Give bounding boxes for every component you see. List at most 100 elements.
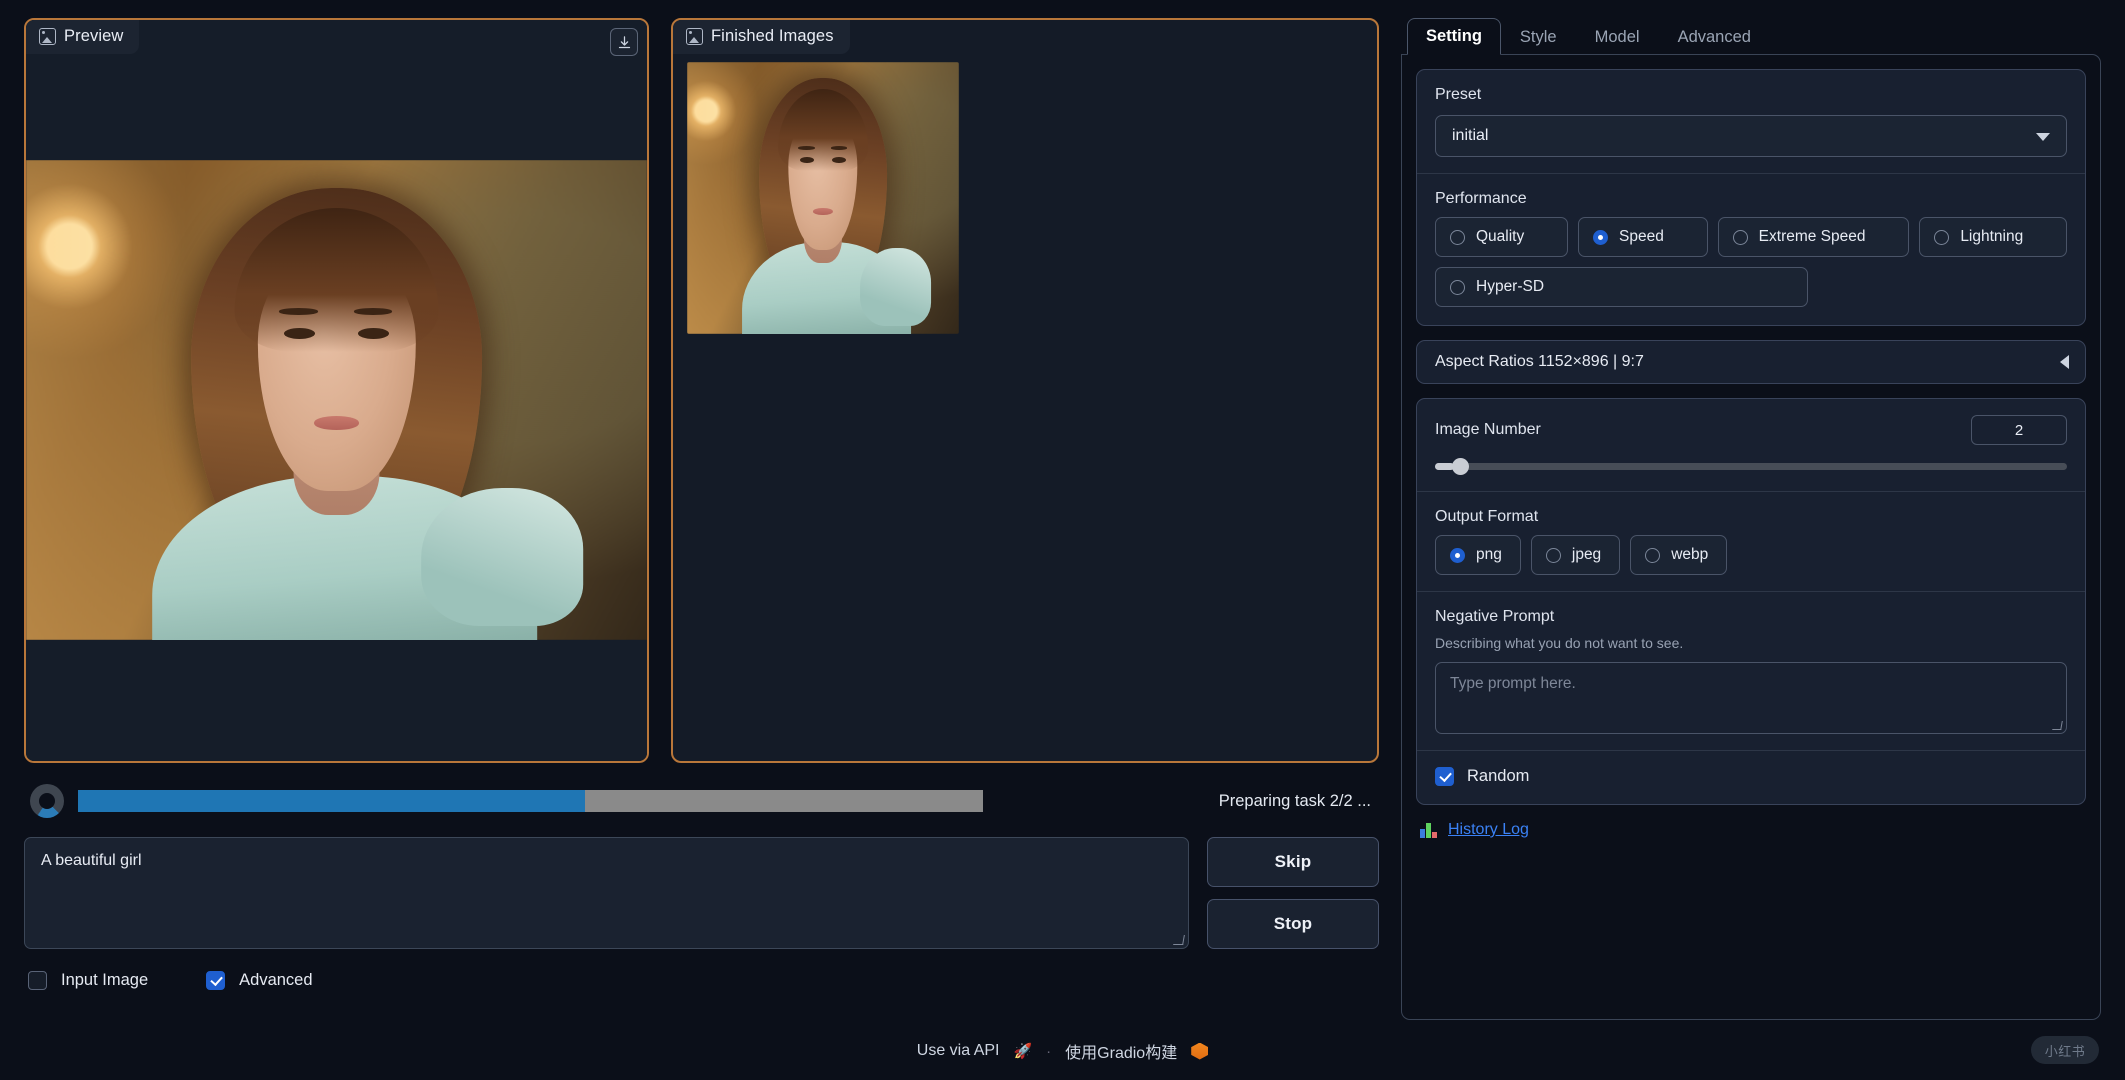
- progress-row: Preparing task 2/2 ...: [24, 773, 1379, 829]
- rocket-icon: 🚀: [1013, 1043, 1033, 1060]
- gradio-logo-icon: [1191, 1042, 1209, 1060]
- performance-label: Performance: [1435, 190, 1527, 207]
- image-number-row: Image Number 2: [1435, 415, 2067, 445]
- aspect-ratios-label: Aspect Ratios 1152×896 | 9:7: [1435, 353, 1644, 370]
- use-via-api-label[interactable]: Use via API: [917, 1042, 1000, 1060]
- action-button-column: Skip Stop: [1207, 837, 1379, 949]
- preset-label: Preset: [1435, 86, 1482, 103]
- performance-option-extreme-speed[interactable]: Extreme Speed: [1717, 217, 1910, 257]
- performance-option-hyper-sd[interactable]: Hyper-SD: [1435, 267, 1809, 307]
- prompt-input[interactable]: A beautiful girl: [24, 837, 1189, 949]
- slider-thumb[interactable]: [1451, 457, 1469, 475]
- negative-prompt-label: Negative Prompt: [1435, 608, 1555, 625]
- performance-option-label: Hyper-SD: [1476, 278, 1545, 295]
- preview-panel-label: Preview: [64, 27, 124, 45]
- divider: [1417, 491, 2085, 492]
- output-format-option-label: jpeg: [1571, 546, 1602, 563]
- performance-option-lightning[interactable]: Lightning: [1919, 217, 2068, 257]
- progress-status-text: Preparing task 2/2 ...: [1218, 791, 1371, 810]
- radio-icon: [1450, 229, 1465, 245]
- performance-option-label: Quality: [1476, 228, 1525, 245]
- left-column: Preview Finished Images Preparing task 2…: [24, 18, 1379, 1080]
- radio-icon: [1645, 547, 1661, 563]
- radio-icon: [1545, 547, 1561, 563]
- preset-value: initial: [1452, 127, 1489, 144]
- footer: Use via API 🚀 · 使用Gradio构建: [0, 1022, 2125, 1080]
- stop-button[interactable]: Stop: [1207, 899, 1379, 949]
- random-label: Random: [1467, 767, 1530, 785]
- advanced-label: Advanced: [239, 971, 313, 989]
- performance-option-speed[interactable]: Speed: [1578, 217, 1708, 257]
- gallery-row: Preview Finished Images: [24, 18, 1379, 763]
- image-icon: [39, 28, 56, 45]
- built-with-gradio-label[interactable]: 使用Gradio构建: [1065, 1039, 1177, 1063]
- thumbnail-image: [687, 62, 959, 334]
- chevron-left-icon: [2060, 355, 2069, 369]
- aspect-ratios-accordion[interactable]: Aspect Ratios 1152×896 | 9:7: [1416, 340, 2086, 384]
- finished-images-panel[interactable]: Finished Images: [671, 18, 1379, 763]
- tab-bar: Setting Style Model Advanced: [1401, 18, 2101, 55]
- right-column: Setting Style Model Advanced Preset init…: [1401, 18, 2101, 1080]
- divider: [1417, 173, 2085, 174]
- performance-option-label: Speed: [1619, 228, 1664, 245]
- output-format-option-label: webp: [1671, 546, 1709, 563]
- radio-icon: [1732, 229, 1748, 245]
- performance-radio-group: Quality Speed Extreme Speed Lightning Hy…: [1435, 217, 2068, 307]
- preview-panel[interactable]: Preview: [24, 18, 649, 763]
- setting-tab-panel: Preset initial Performance Quality Speed: [1401, 54, 2101, 1020]
- output-format-option-label: png: [1476, 546, 1502, 563]
- tab-style[interactable]: Style: [1501, 19, 1576, 55]
- output-format-label: Output Format: [1435, 508, 1539, 525]
- prompt-row: A beautiful girl Skip Stop: [24, 837, 1379, 949]
- advanced-checkbox[interactable]: [206, 971, 226, 990]
- image-number-slider[interactable]: [1435, 457, 2067, 475]
- history-log-link[interactable]: History Log: [1448, 821, 1529, 839]
- output-format-radio-group: png jpeg webp: [1435, 535, 2067, 575]
- image-number-label: Image Number: [1435, 421, 1541, 438]
- image-icon: [686, 28, 703, 45]
- output-format-option-webp[interactable]: webp: [1630, 535, 1728, 575]
- options-row: Input Image Advanced: [24, 971, 1379, 990]
- chevron-down-icon: [2036, 133, 2050, 141]
- preset-performance-card: Preset initial Performance Quality Speed: [1416, 69, 2086, 326]
- input-image-checkbox[interactable]: [28, 971, 47, 990]
- radio-icon: [1450, 279, 1465, 295]
- progress-bar: [78, 790, 983, 812]
- finished-image-thumbnail[interactable]: [687, 62, 959, 334]
- tab-model[interactable]: Model: [1576, 19, 1659, 55]
- image-number-value[interactable]: 2: [1971, 415, 2067, 445]
- finished-images-panel-tag: Finished Images: [673, 20, 850, 54]
- finished-images-body: [673, 20, 1377, 761]
- watermark-badge: 小红书: [2031, 1036, 2099, 1064]
- negative-prompt-input[interactable]: Type prompt here.: [1435, 662, 2067, 734]
- performance-option-label: Lightning: [1960, 228, 2024, 245]
- divider: [1417, 750, 2085, 751]
- divider: [1417, 591, 2085, 592]
- radio-icon: [1934, 229, 1950, 245]
- preview-image: [26, 159, 647, 640]
- output-format-option-jpeg[interactable]: jpeg: [1530, 535, 1621, 575]
- history-log-row[interactable]: History Log: [1416, 817, 2086, 839]
- input-image-label: Input Image: [61, 971, 149, 989]
- finished-images-label: Finished Images: [711, 27, 834, 45]
- radio-grid-spacer: [1818, 267, 2067, 307]
- slider-track: [1435, 462, 2067, 470]
- download-icon[interactable]: [610, 28, 638, 56]
- footer-separator: ·: [1046, 1042, 1052, 1060]
- tab-setting[interactable]: Setting: [1407, 18, 1501, 55]
- loading-spinner-icon: [30, 784, 64, 818]
- generation-options-card: Image Number 2 Output Format png jpeg we…: [1416, 398, 2086, 805]
- app-root: Preview Finished Images Preparing task 2…: [0, 0, 2125, 1080]
- skip-button[interactable]: Skip: [1207, 837, 1379, 887]
- random-row: Random: [1435, 767, 2067, 786]
- performance-option-quality[interactable]: Quality: [1435, 217, 1569, 257]
- bar-chart-icon: [1420, 822, 1439, 838]
- preview-stage: [26, 20, 647, 761]
- tab-advanced[interactable]: Advanced: [1659, 19, 1770, 55]
- output-format-option-png[interactable]: png: [1435, 535, 1521, 575]
- preset-select[interactable]: initial: [1435, 115, 2067, 157]
- radio-icon-selected: [1593, 229, 1609, 245]
- random-checkbox[interactable]: [1435, 767, 1454, 786]
- radio-grid-spacer: [1737, 535, 2067, 575]
- progress-bar-fill: [78, 790, 585, 812]
